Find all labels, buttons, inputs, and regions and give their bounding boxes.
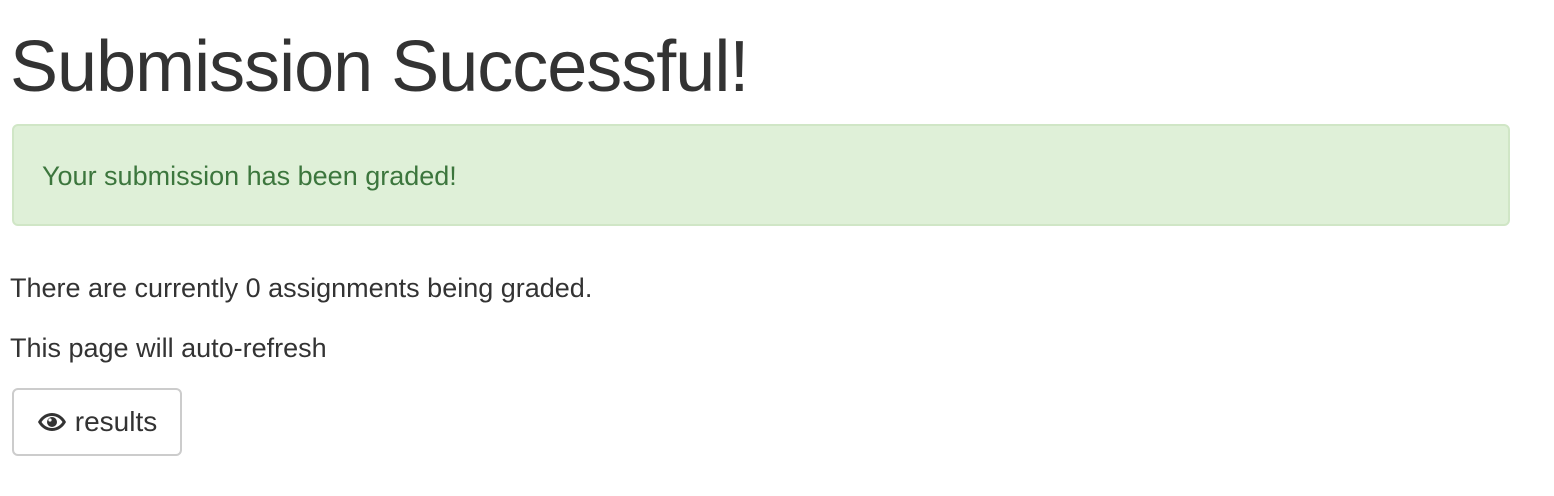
success-alert-message: Your submission has been graded! [42, 161, 457, 191]
eye-icon [37, 411, 67, 433]
success-alert: Your submission has been graded! [12, 124, 1510, 226]
page: Submission Successful! Your submission h… [0, 0, 1554, 496]
page-title: Submission Successful! [10, 27, 749, 107]
results-button[interactable]: results [12, 388, 182, 456]
grading-queue-status: There are currently 0 assignments being … [10, 273, 593, 303]
auto-refresh-notice: This page will auto-refresh [10, 333, 327, 363]
results-button-label: results [74, 406, 158, 437]
